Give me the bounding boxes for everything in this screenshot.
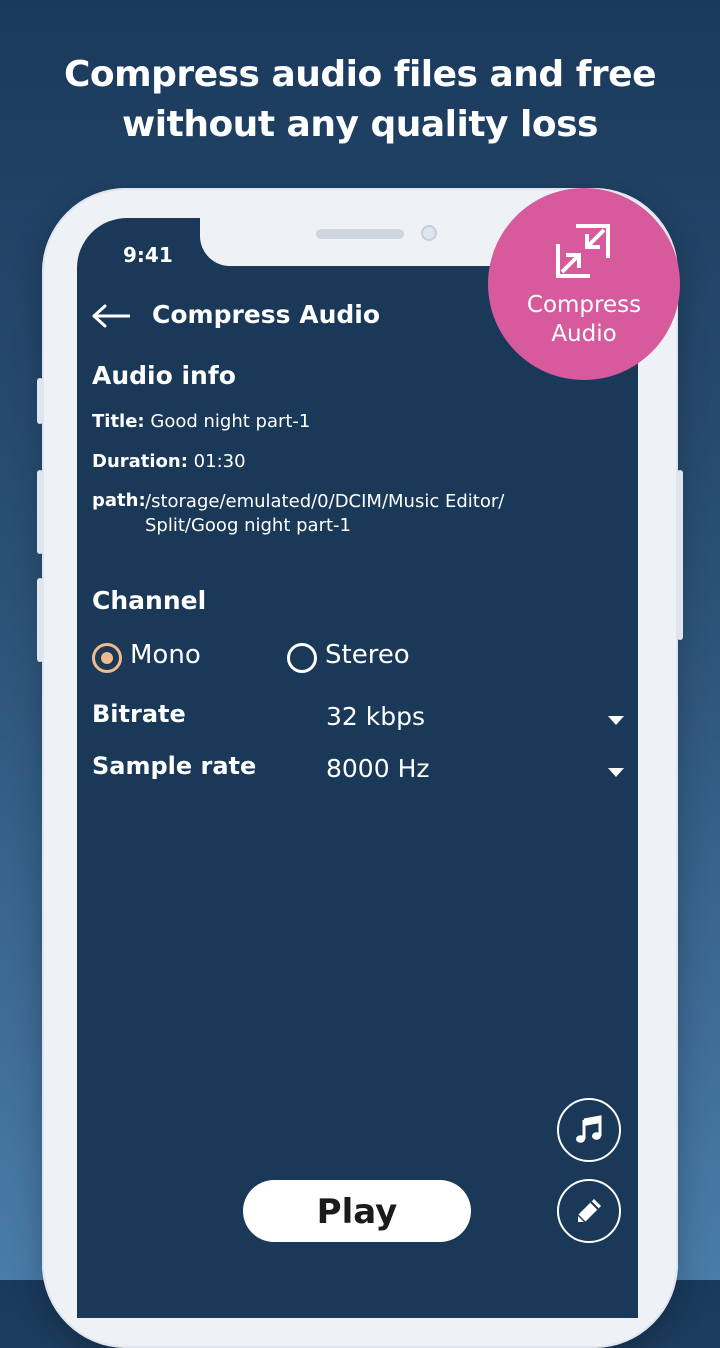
promo-headline-line2: without any quality loss <box>122 104 598 145</box>
bitrate-dropdown[interactable]: 32 kbps <box>326 700 624 740</box>
sample-rate-label: Sample rate <box>92 752 257 780</box>
audio-info-heading: Audio info <box>92 361 236 390</box>
radio-dot <box>101 652 113 664</box>
sample-rate-dropdown[interactable]: 8000 Hz <box>326 752 624 792</box>
channel-radio-stereo-label: Stereo <box>325 640 410 670</box>
sample-rate-value: 8000 Hz <box>326 754 430 783</box>
radio-unselected-icon <box>287 643 317 673</box>
phone-notch <box>200 218 530 266</box>
audio-path-label: path: <box>92 490 146 511</box>
phone-volume-up-button <box>37 470 43 554</box>
compress-icon <box>554 222 612 280</box>
edit-button[interactable] <box>557 1179 621 1243</box>
audio-path-line1: /storage/emulated/0/DCIM/Music Editor/ <box>145 491 505 512</box>
bitrate-row: Bitrate 32 kbps <box>92 700 624 740</box>
play-button[interactable]: Play <box>243 1180 471 1242</box>
page-title: Compress Audio <box>152 300 381 329</box>
audio-title-row: Title: Good night part-1 <box>92 411 310 432</box>
phone-side-button <box>37 378 43 424</box>
channel-heading: Channel <box>92 586 207 615</box>
badge-label-line1: Compress <box>526 292 642 318</box>
channel-radio-mono[interactable]: Mono <box>92 640 222 676</box>
badge-label: Compress Audio <box>488 291 680 349</box>
music-library-button[interactable] <box>557 1098 621 1162</box>
badge-label-line2: Audio <box>551 321 617 347</box>
sample-rate-row: Sample rate 8000 Hz <box>92 752 624 792</box>
phone-power-button <box>677 470 683 640</box>
arrow-left-icon[interactable] <box>92 304 131 328</box>
phone-volume-down-button <box>37 578 43 662</box>
bitrate-value: 32 kbps <box>326 702 425 731</box>
audio-path-line2: Split/Goog night part-1 <box>145 515 351 536</box>
caret-down-icon <box>608 716 624 725</box>
promo-headline-line1: Compress audio files and free <box>64 54 656 95</box>
channel-radio-mono-label: Mono <box>130 640 201 670</box>
pencil-icon <box>577 1199 601 1223</box>
caret-down-icon <box>608 768 624 777</box>
audio-title-label: Title: <box>92 411 145 432</box>
music-note-icon <box>576 1115 602 1143</box>
channel-radio-stereo[interactable]: Stereo <box>287 640 427 676</box>
bitrate-label: Bitrate <box>92 700 186 728</box>
compress-audio-badge: Compress Audio <box>488 188 680 380</box>
audio-title-value: Good night part-1 <box>150 411 311 432</box>
audio-duration-value: 01:30 <box>193 451 246 472</box>
phone-camera <box>421 225 437 241</box>
audio-path-value: /storage/emulated/0/DCIM/Music Editor/ S… <box>145 490 565 538</box>
promo-headline: Compress audio files and free without an… <box>0 50 720 150</box>
radio-selected-icon <box>92 643 122 673</box>
app-header: Compress Audio <box>92 298 512 338</box>
audio-duration-label: Duration: <box>92 451 188 472</box>
status-bar-time: 9:41 <box>123 243 173 267</box>
phone-speaker <box>316 229 404 239</box>
audio-duration-row: Duration: 01:30 <box>92 451 246 472</box>
